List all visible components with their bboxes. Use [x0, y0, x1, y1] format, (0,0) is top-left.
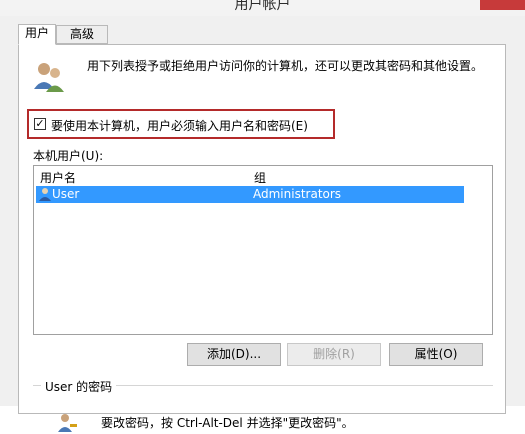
password-key-icon: [58, 414, 77, 432]
title-bar: 用户帐户: [0, 0, 525, 16]
remove-user-button[interactable]: 删除(R): [287, 343, 381, 366]
tab-users[interactable]: 用户: [18, 24, 56, 45]
table-row[interactable]: User Administrators: [36, 186, 464, 203]
intro-text: 用下列表授予或拒绝用户访问你的计算机，还可以更改其密码和其他设置。: [87, 59, 484, 73]
dialog-window: 用户 高级 用下列表授予或拒绝用户访问你的计算机，还可以更改其密码和其他设置。 …: [0, 16, 525, 432]
users-tab-panel: 用下列表授予或拒绝用户访问你的计算机，还可以更改其密码和其他设置。 ✓ 要使用本…: [18, 44, 506, 432]
column-header-group[interactable]: 组: [254, 169, 266, 186]
users-icon: [34, 63, 64, 92]
require-login-checkbox[interactable]: ✓: [34, 118, 46, 130]
users-listview[interactable]: 用户名 组 User Administrators: [33, 165, 493, 335]
require-login-label: 要使用本计算机，用户必须输入用户名和密码(E): [51, 119, 308, 133]
close-button[interactable]: [480, 0, 525, 10]
tab-advanced[interactable]: 高级: [56, 25, 108, 44]
require-login-row[interactable]: ✓ 要使用本计算机，用户必须输入用户名和密码(E): [27, 109, 335, 139]
window-title: 用户帐户: [234, 0, 291, 13]
user-row-icon: [39, 188, 51, 201]
local-users-label: 本机用户(U):: [33, 149, 104, 163]
add-user-button[interactable]: 添加(D)...: [187, 343, 281, 366]
properties-button[interactable]: 属性(O): [389, 343, 483, 366]
password-instructions: 要改密码，按 Ctrl-Alt-Del 并选择"更改密码"。: [101, 416, 354, 430]
row-username: User: [52, 187, 80, 201]
row-group: Administrators: [253, 187, 342, 201]
password-group-title: User 的密码: [41, 378, 117, 395]
column-header-username[interactable]: 用户名: [40, 169, 76, 186]
